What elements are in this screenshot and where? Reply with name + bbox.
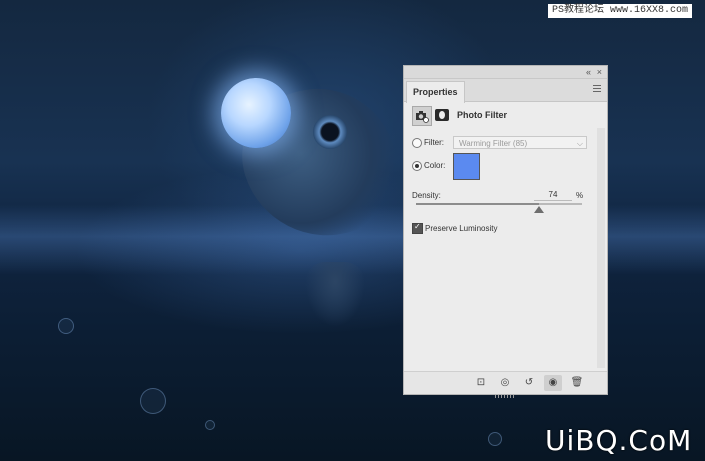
- trash-icon[interactable]: 🗑: [568, 375, 586, 391]
- reset-icon[interactable]: ↺: [520, 375, 538, 391]
- watermark-top: PS教程论坛 www.16XX8.com: [548, 4, 693, 18]
- close-icon[interactable]: ×: [597, 66, 602, 78]
- panel-scrollbar[interactable]: [597, 128, 605, 368]
- watermark-bottom: UiBQ.CoM: [545, 424, 693, 457]
- bubble: [58, 318, 74, 334]
- tab-properties[interactable]: Properties: [406, 81, 465, 103]
- chevron-down-icon: ⌵: [576, 139, 583, 148]
- panel-tabbar: Properties: [404, 79, 607, 103]
- view-previous-state-icon[interactable]: ◎: [496, 375, 514, 391]
- bubble: [205, 420, 215, 430]
- filter-select-value: Warming Filter (85): [459, 139, 528, 148]
- fish-tail: [305, 262, 365, 327]
- color-label: Color:: [424, 161, 446, 170]
- density-slider[interactable]: [416, 203, 582, 213]
- collapse-icon[interactable]: «: [586, 66, 591, 78]
- layer-mask-icon[interactable]: [435, 109, 449, 121]
- properties-panel: « × Properties Photo Filter Filter: Warm…: [403, 65, 608, 398]
- density-label: Density:: [412, 191, 441, 200]
- preserve-luminosity-label: Preserve Luminosity: [425, 224, 498, 233]
- filter-label: Filter:: [424, 138, 444, 147]
- panel-menu-icon[interactable]: [593, 85, 601, 94]
- visibility-eye-icon[interactable]: ◉: [544, 375, 562, 391]
- density-slider-fill: [416, 203, 539, 205]
- resize-grip[interactable]: [495, 395, 515, 398]
- density-input[interactable]: 74: [534, 190, 572, 201]
- density-slider-thumb[interactable]: [533, 206, 544, 213]
- filter-radio[interactable]: [412, 138, 422, 148]
- filter-select[interactable]: Warming Filter (85) ⌵: [453, 136, 587, 149]
- adjustment-title: Photo Filter: [457, 110, 507, 120]
- camera-adjustment-icon[interactable]: [412, 106, 432, 126]
- bubble: [488, 432, 502, 446]
- density-unit: %: [576, 191, 584, 200]
- color-swatch[interactable]: [453, 153, 480, 180]
- bubble: [140, 388, 166, 414]
- panel-footer: ⊡ ◎ ↺ ◉ 🗑: [404, 371, 607, 398]
- panel-title-strip: « ×: [404, 66, 607, 79]
- clip-to-layer-icon[interactable]: ⊡: [472, 375, 490, 391]
- moon-image: [221, 78, 291, 148]
- fish-eye: [313, 115, 347, 149]
- color-radio[interactable]: [412, 161, 422, 171]
- preserve-luminosity-checkbox[interactable]: [412, 222, 423, 234]
